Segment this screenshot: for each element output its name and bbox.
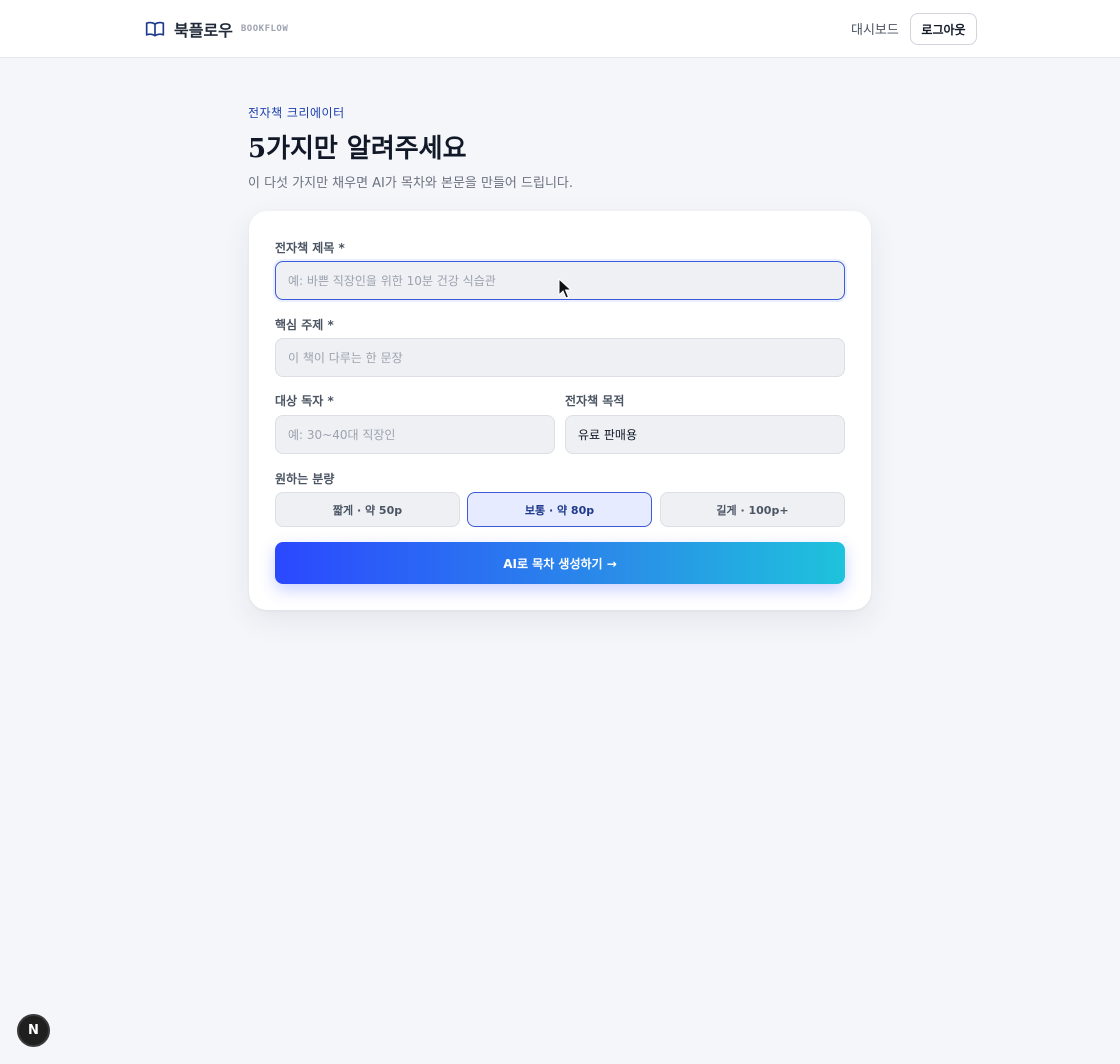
audience-field-label: 대상 독자 * [275, 394, 334, 408]
purpose-selected-value: 유료 판매용 [578, 428, 638, 442]
brand-subtitle: BOOKFLOW [240, 24, 289, 34]
generate-toc-button[interactable]: AI로 목차 생성하기 → [275, 542, 845, 584]
logout-button[interactable]: 로그아웃 [910, 13, 977, 45]
length-option-short[interactable]: 짧게 · 약 50p [275, 492, 460, 527]
dev-tools-badge[interactable]: N [17, 1014, 50, 1047]
purpose-select[interactable]: 유료 판매용 [565, 415, 845, 454]
brand-name: 북플로우 [174, 21, 233, 40]
mouse-cursor-icon [558, 278, 572, 299]
book-open-icon [145, 21, 165, 37]
page-title: 5가지만 알려주세요 [248, 134, 467, 164]
title-field-label: 전자책 제목 * [275, 241, 345, 255]
length-option-medium[interactable]: 보통 · 약 80p [467, 492, 652, 527]
length-option-long[interactable]: 길게 · 100p+ [660, 492, 845, 527]
brand-logo[interactable]: 북플로우 BOOKFLOW [145, 17, 288, 41]
nav-dashboard-link[interactable]: 대시보드 [851, 19, 899, 38]
length-field-label: 원하는 분량 [275, 472, 335, 486]
target-audience-input[interactable] [275, 415, 555, 454]
topic-field-label: 핵심 주제 * [275, 318, 334, 332]
page-subtitle: 이 다섯 가지만 채우면 AI가 목차와 본문을 만들어 드립니다. [248, 176, 573, 191]
ebook-form-card: 전자책 제목 * 핵심 주제 * 대상 독자 * 전자책 목적 유료 판매용 원… [249, 211, 871, 610]
page-eyebrow: 전자책 크리에이터 [248, 106, 345, 120]
core-topic-input[interactable] [275, 338, 845, 377]
purpose-field-label: 전자책 목적 [565, 394, 625, 408]
top-navbar: 북플로우 BOOKFLOW 대시보드 로그아웃 [0, 0, 1120, 58]
